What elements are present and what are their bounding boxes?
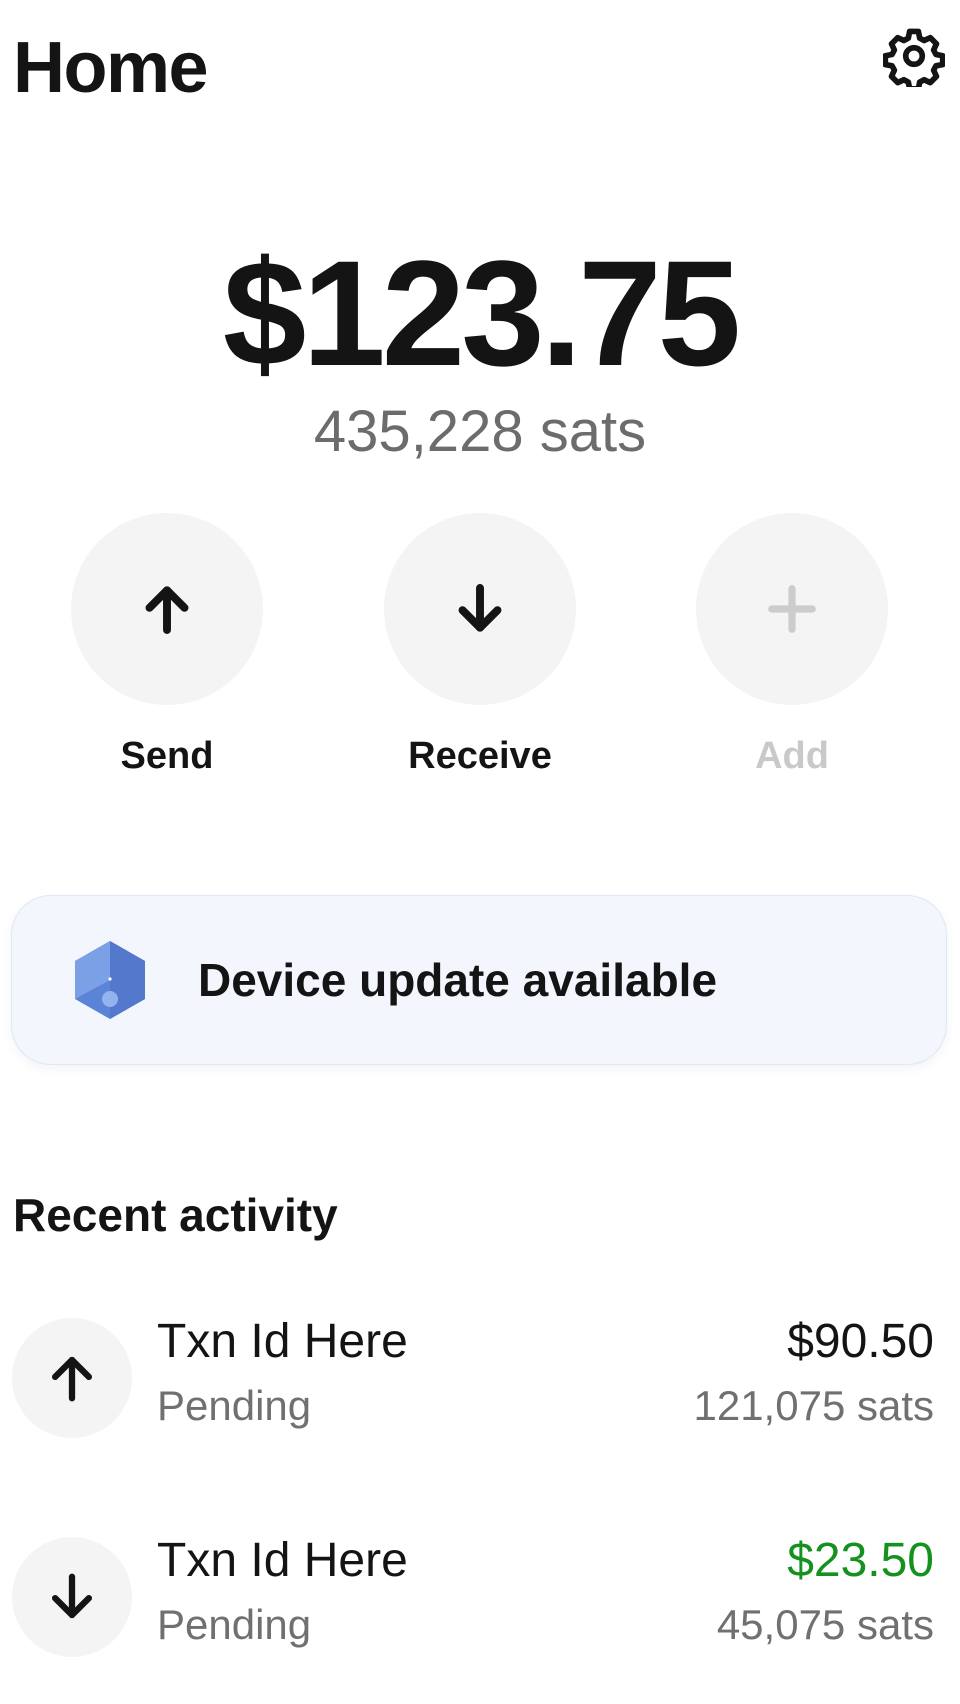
recent-activity-title: Recent activity <box>13 1189 338 1241</box>
settings-button[interactable] <box>876 18 952 94</box>
send-button[interactable]: Send <box>57 513 277 779</box>
transaction-title: Txn Id Here <box>157 1315 408 1368</box>
transaction-sats: 121,075 sats <box>693 1382 934 1429</box>
send-label: Send <box>120 735 214 777</box>
banner-text: Device update available <box>198 954 718 1006</box>
transaction-status: Pending <box>157 1382 312 1429</box>
arrow-up-icon <box>51 1356 93 1402</box>
transaction-icon-circle <box>12 1318 132 1438</box>
receive-button[interactable]: Receive <box>370 513 590 779</box>
transaction-row[interactable]: Txn Id Here Pending $23.50 45,075 sats <box>12 1534 934 1657</box>
receive-label: Receive <box>408 735 552 777</box>
plus-icon <box>768 585 816 633</box>
page-title: Home <box>13 28 209 108</box>
add-circle[interactable] <box>696 513 888 705</box>
device-update-banner[interactable]: Device update available <box>11 895 947 1065</box>
send-circle[interactable] <box>71 513 263 705</box>
transaction-row[interactable]: Txn Id Here Pending $90.50 121,075 sats <box>12 1315 934 1438</box>
arrow-up-icon <box>145 586 189 634</box>
transaction-amount: $23.50 <box>787 1534 934 1587</box>
arrow-down-icon <box>458 584 502 632</box>
transaction-icon-circle <box>12 1537 132 1657</box>
balance-amount: $123.75 <box>222 229 741 397</box>
add-label: Add <box>755 735 829 777</box>
gear-icon <box>883 28 945 87</box>
add-button[interactable]: Add <box>682 513 902 779</box>
transaction-status: Pending <box>157 1601 312 1648</box>
transaction-amount: $90.50 <box>787 1315 934 1368</box>
arrow-down-icon <box>51 1573 93 1619</box>
receive-circle[interactable] <box>384 513 576 705</box>
device-icon <box>75 941 145 1019</box>
transaction-title: Txn Id Here <box>157 1534 408 1587</box>
balance-sats: 435,228 sats <box>313 399 647 464</box>
transaction-sats: 45,075 sats <box>716 1601 934 1648</box>
